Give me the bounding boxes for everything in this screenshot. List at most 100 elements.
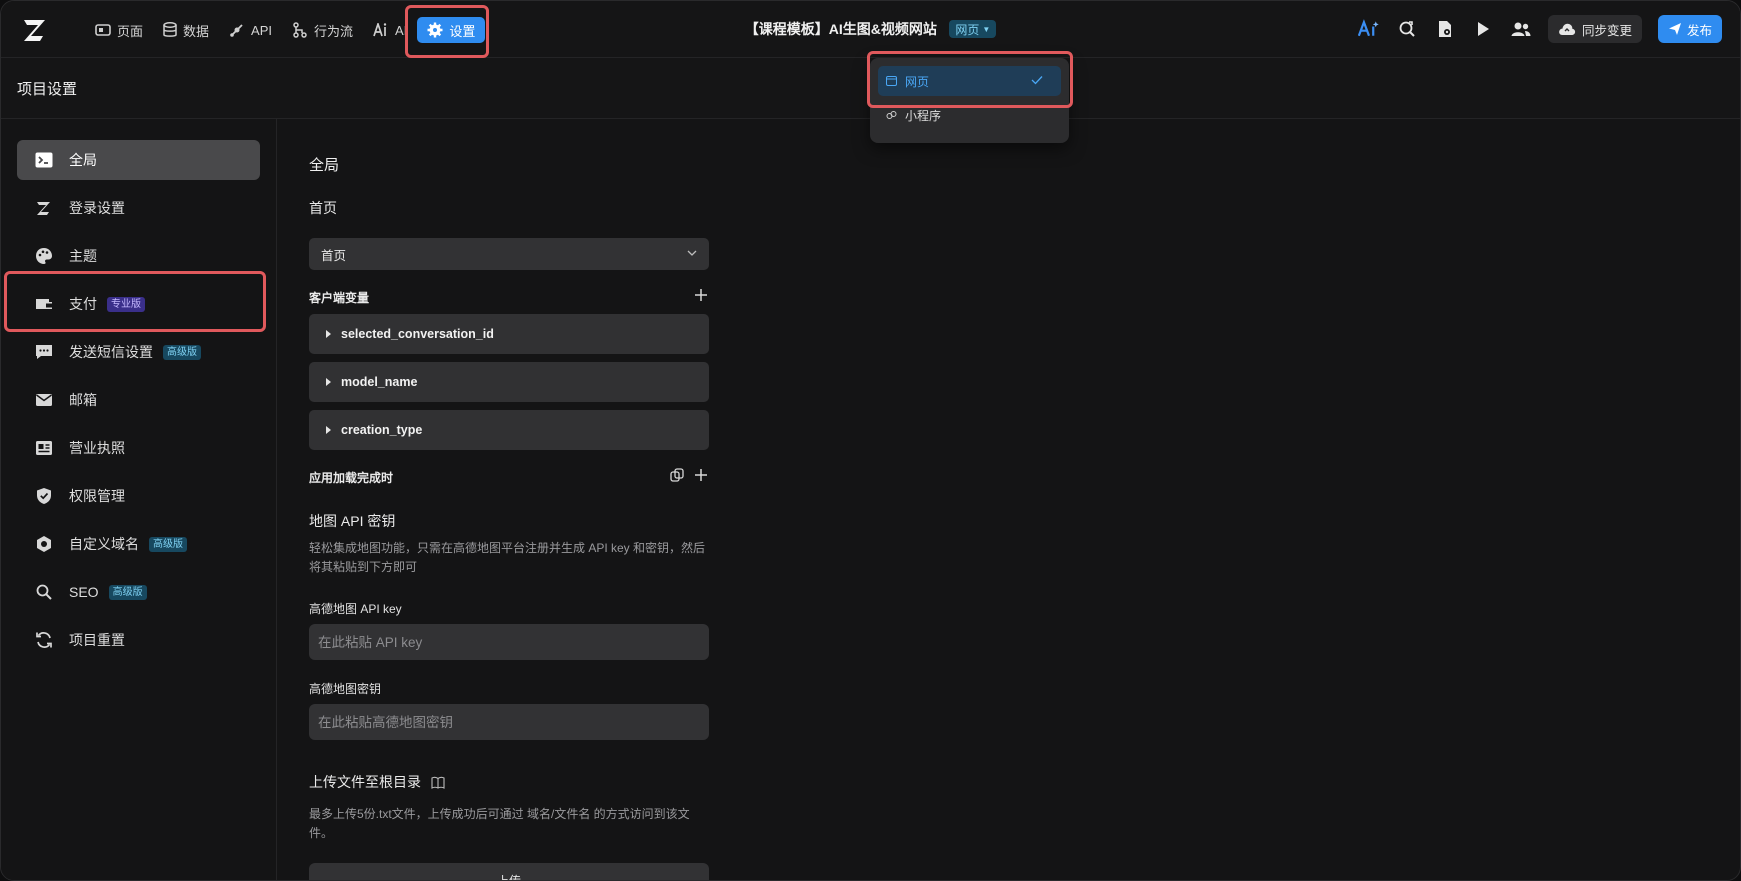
sidebar-item-label: 发送短信设置 — [69, 344, 153, 360]
project-title: 【课程模板】AI生图&视频网站 — [744, 21, 937, 37]
sidebar-item-payment[interactable]: 支付 专业版 — [17, 284, 260, 324]
upload-button[interactable]: 上传 — [309, 863, 709, 881]
sidebar-item-seo[interactable]: SEO 高级版 — [17, 572, 260, 612]
nav-api-label: API — [251, 22, 272, 38]
map-secret-input[interactable] — [309, 704, 709, 740]
sidebar-item-email[interactable]: 邮箱 — [17, 380, 260, 420]
client-var-name: creation_type — [341, 423, 423, 437]
homepage-select-value: 首页 — [321, 248, 347, 263]
flow-icon — [293, 22, 307, 38]
add-on-load-action-icon[interactable] — [693, 467, 709, 483]
play-icon[interactable] — [1472, 18, 1494, 40]
sidebar-item-theme[interactable]: 主题 — [17, 236, 260, 276]
terminal-icon — [35, 151, 53, 169]
check-icon — [1031, 76, 1043, 85]
wallet-icon — [35, 295, 53, 313]
section-title: 全局 — [309, 157, 340, 174]
publish-label: 发布 — [1686, 23, 1712, 38]
publish-button[interactable]: 发布 — [1657, 15, 1722, 43]
nav-pages[interactable]: 页面 — [85, 17, 153, 43]
caret-down-icon: ▼ — [982, 24, 991, 34]
platform-option-label: 网页 — [905, 74, 930, 89]
refresh-search-icon[interactable] — [1396, 18, 1418, 40]
shield-icon — [35, 487, 53, 505]
upload-title-text: 上传文件至根目录 — [309, 774, 421, 790]
expand-triangle-icon — [326, 378, 331, 386]
sync-changes-button[interactable]: 同步变更 — [1547, 15, 1642, 43]
pages-icon — [95, 24, 111, 36]
on-load-label: 应用加载完成时 — [309, 471, 394, 485]
homepage-select[interactable]: 首页 — [309, 238, 709, 270]
app-window: 页面 数据 API 行为流 AI 设置 【课程模板】AI生图&视频网站 网页 ▼… — [0, 0, 1741, 881]
advanced-badge: 高级版 — [149, 536, 187, 552]
client-var-row[interactable]: creation_type — [309, 410, 709, 450]
main-nav: 页面 数据 API 行为流 AI 设置 — [85, 17, 486, 43]
sidebar-item-label: 登录设置 — [69, 200, 125, 216]
ai-assistant-icon[interactable] — [1357, 18, 1380, 40]
nav-data-label: 数据 — [183, 23, 210, 39]
upload-title: 上传文件至根目录 — [309, 772, 445, 792]
upload-button-label: 上传 — [496, 873, 521, 881]
sidebar-item-label: 主题 — [69, 248, 97, 264]
sync-changes-label: 同步变更 — [1581, 23, 1632, 38]
on-load-link-icon[interactable] — [669, 467, 685, 483]
search-icon — [35, 583, 53, 601]
sidebar-item-license[interactable]: 营业执照 — [17, 428, 260, 468]
map-api-title: 地图 API 密钥 — [309, 513, 396, 529]
platform-dropdown: 网页 小程序 — [870, 58, 1069, 143]
client-var-row[interactable]: model_name — [309, 362, 709, 402]
nav-settings[interactable]: 设置 — [417, 17, 486, 43]
nav-settings-label: 设置 — [449, 23, 476, 39]
api-key-label: 高德地图 API key — [309, 602, 402, 616]
client-var-name: model_name — [341, 375, 418, 389]
file-settings-icon[interactable] — [1434, 18, 1456, 40]
gear-icon — [427, 22, 443, 38]
platform-switcher[interactable]: 网页 ▼ — [949, 20, 997, 38]
sidebar-item-label: 自定义域名 — [69, 536, 139, 552]
sidebar-item-sms[interactable]: 发送短信设置 高级版 — [17, 332, 260, 372]
sidebar-item-label: 营业执照 — [69, 440, 125, 456]
nav-flow-label: 行为流 — [314, 23, 354, 39]
domain-icon — [35, 535, 53, 553]
sidebar-item-label: 全局 — [69, 152, 97, 168]
api-icon — [230, 24, 243, 37]
sidebar-item-label: 项目重置 — [69, 632, 125, 648]
sms-icon — [35, 343, 53, 361]
client-vars-label: 客户端变量 — [309, 291, 370, 305]
map-secret-label: 高德地图密钥 — [309, 682, 382, 696]
chevron-down-icon — [687, 250, 697, 256]
nav-api[interactable]: API — [219, 17, 282, 43]
settings-sidebar: 全局 登录设置 主题 支付 专业版 发送短信设置 高级版 邮箱 营业执照 权限管… — [1, 119, 277, 880]
miniprogram-icon — [886, 110, 897, 119]
palette-icon — [35, 247, 53, 265]
sidebar-item-global[interactable]: 全局 — [17, 140, 260, 180]
pro-badge: 专业版 — [107, 296, 145, 312]
platform-option-miniprogram[interactable]: 小程序 — [878, 100, 1061, 130]
client-var-name: selected_conversation_id — [341, 327, 494, 341]
sidebar-item-reset[interactable]: 项目重置 — [17, 620, 260, 660]
platform-option-label: 小程序 — [905, 108, 942, 123]
expand-triangle-icon — [326, 426, 331, 434]
platform-option-web[interactable]: 网页 — [878, 66, 1061, 96]
nav-ai[interactable]: AI — [363, 17, 411, 43]
book-icon[interactable] — [431, 776, 445, 789]
app-logo-icon[interactable] — [21, 16, 49, 44]
nav-flow[interactable]: 行为流 — [282, 17, 363, 43]
nav-ai-label: AI — [395, 22, 408, 38]
sidebar-item-label: 权限管理 — [69, 488, 125, 504]
sidebar-item-permissions[interactable]: 权限管理 — [17, 476, 260, 516]
expand-triangle-icon — [326, 330, 331, 338]
top-bar: 页面 数据 API 行为流 AI 设置 【课程模板】AI生图&视频网站 网页 ▼… — [1, 1, 1740, 58]
api-key-input[interactable] — [309, 624, 709, 660]
client-var-row[interactable]: selected_conversation_id — [309, 314, 709, 354]
page-title: 项目设置 — [17, 81, 78, 98]
advanced-badge: 高级版 — [163, 344, 201, 360]
sidebar-item-domain[interactable]: 自定义域名 高级版 — [17, 524, 260, 564]
add-client-var-icon[interactable] — [693, 287, 709, 303]
users-icon[interactable] — [1510, 18, 1532, 40]
mail-icon — [35, 391, 53, 409]
sidebar-item-login[interactable]: 登录设置 — [17, 188, 260, 228]
map-api-description: 轻松集成地图功能，只需在高德地图平台注册并生成 API key 和密钥，然后将其… — [309, 541, 706, 574]
nav-data[interactable]: 数据 — [153, 17, 219, 43]
send-icon — [1668, 23, 1681, 35]
